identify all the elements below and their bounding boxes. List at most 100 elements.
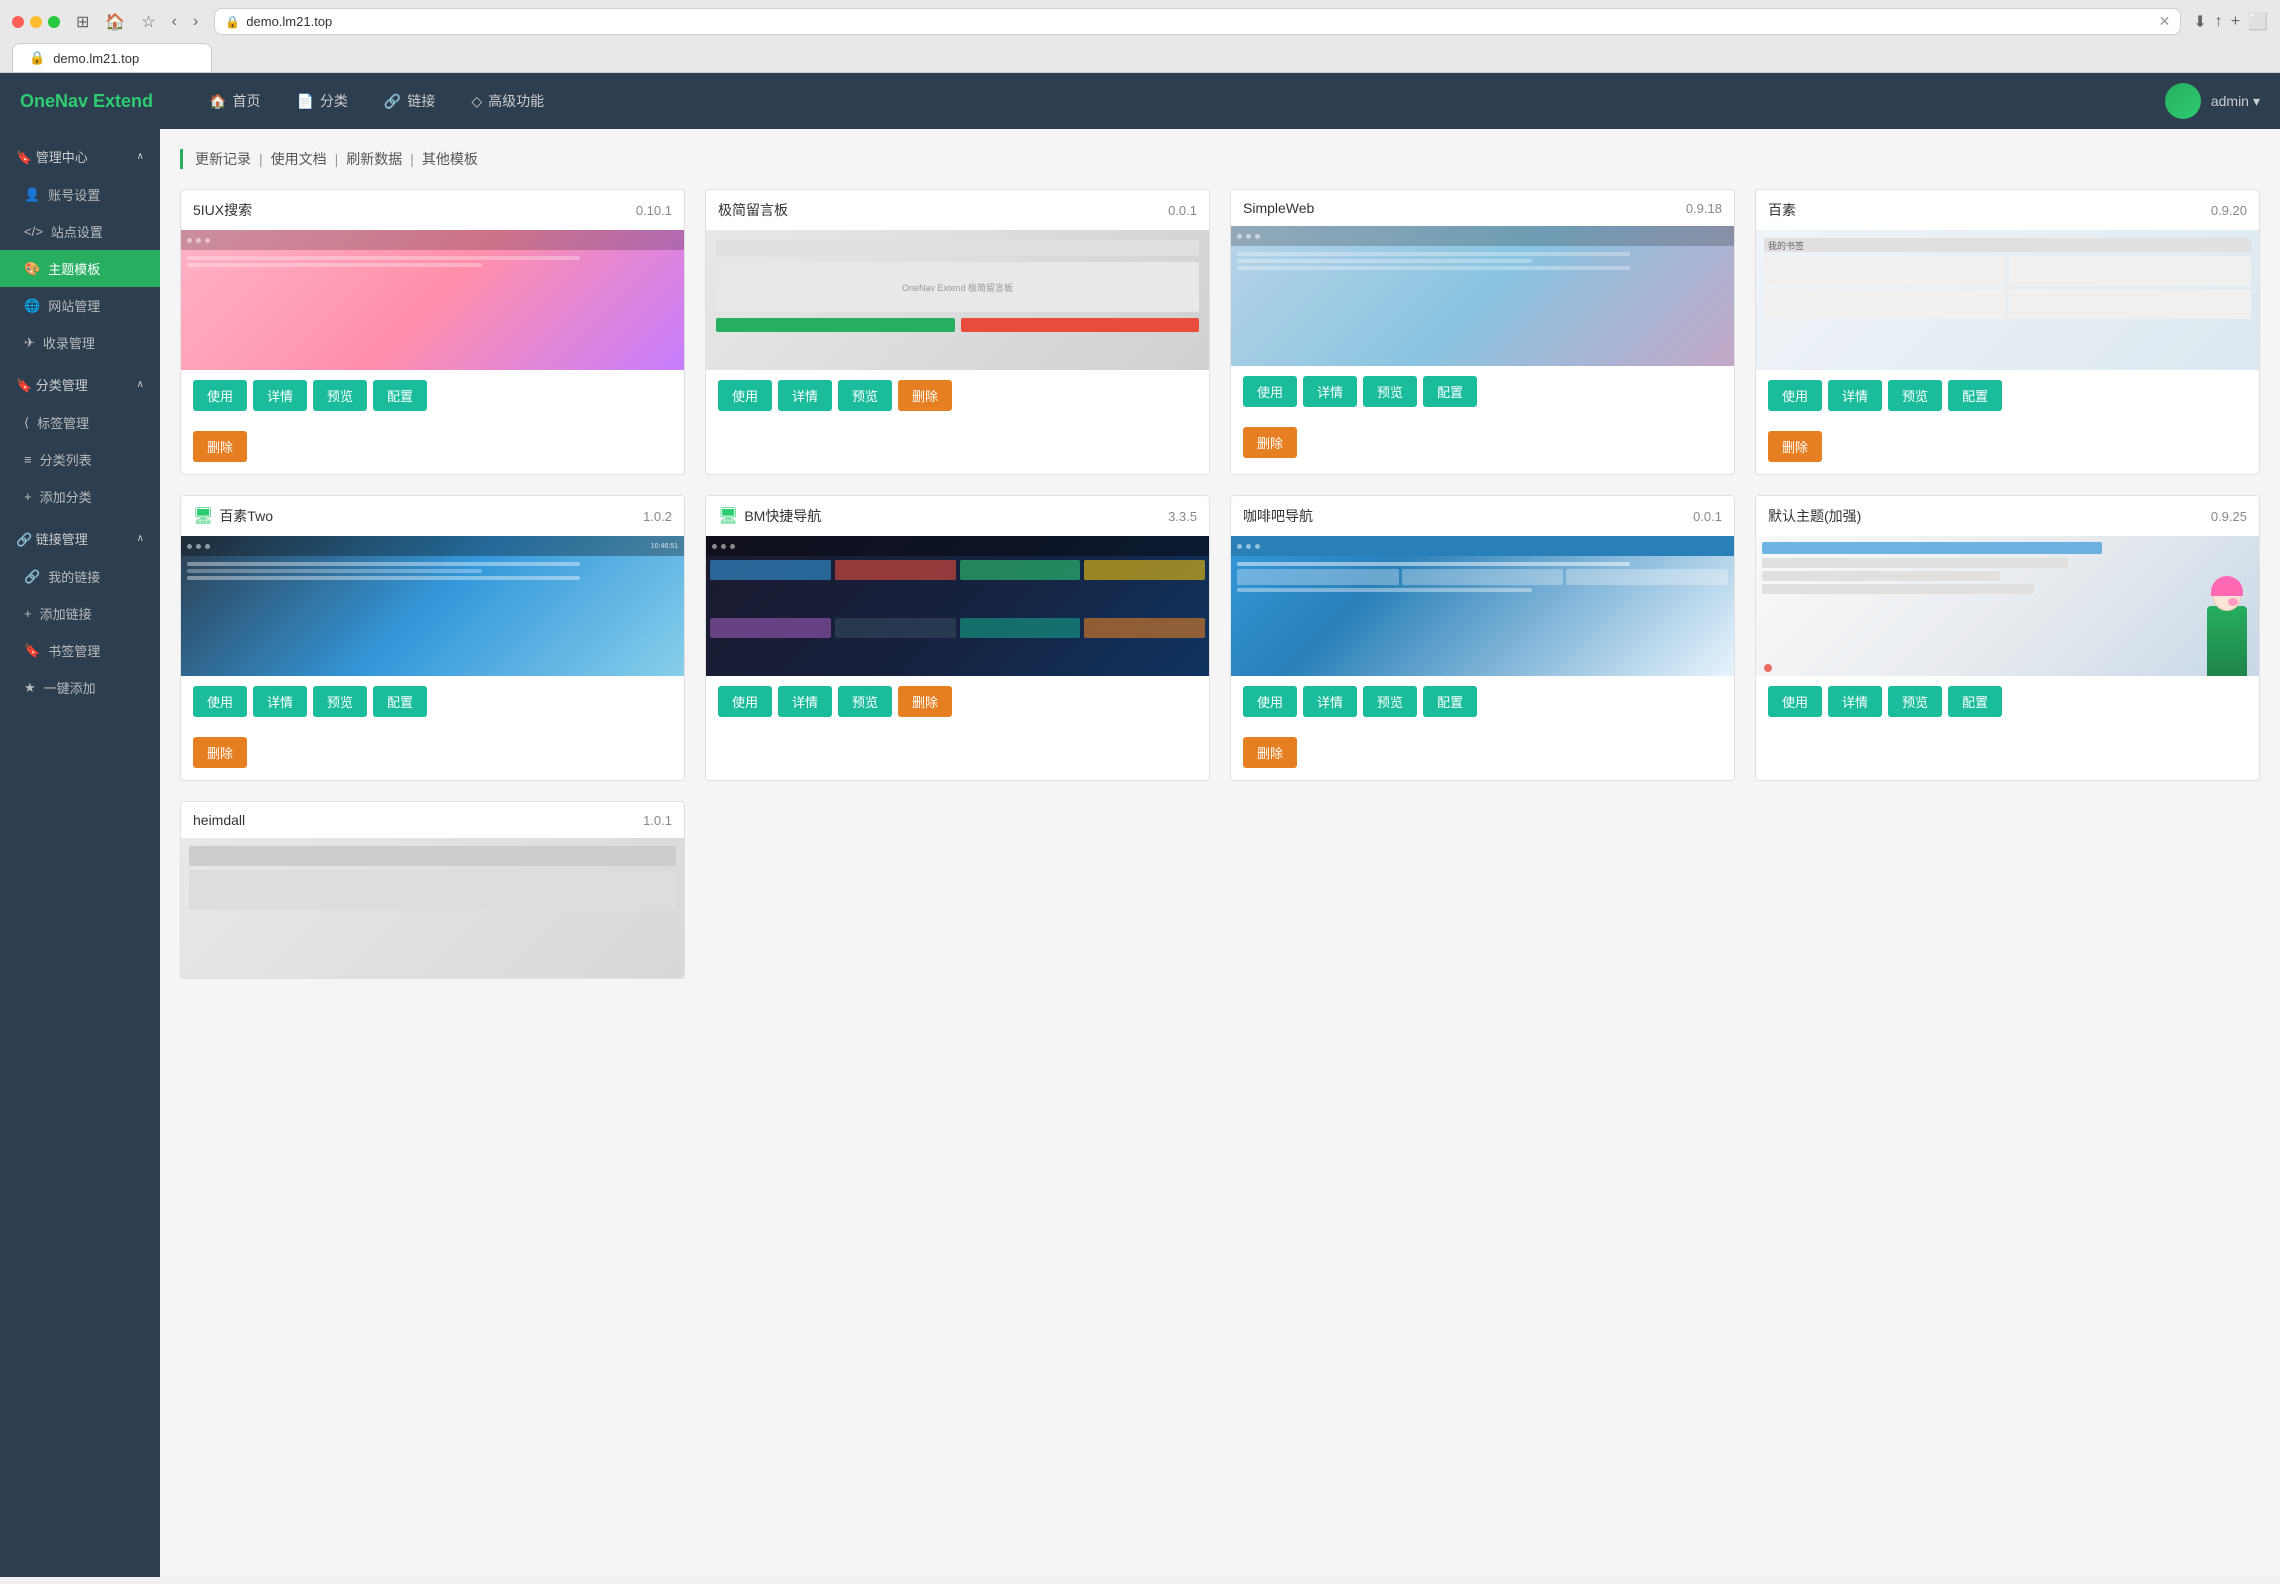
sidebar-item-mylinks[interactable]: 🔗 我的链接 [0,558,160,595]
monitor-icon-bm: 🖥 [718,506,738,526]
theme-name-heimdall: heimdall [193,812,245,828]
nav-item-advanced[interactable]: ◇ 高级功能 [455,83,560,119]
preview-baisu-button[interactable]: 预览 [1888,380,1942,411]
theme-name-default: 默认主题(加强) [1768,506,1861,526]
sidebar-item-addcat[interactable]: + 添加分类 [0,478,160,515]
monitor-icon-baisutwo: 🖥 [193,506,213,526]
preview-bm-button[interactable]: 预览 [838,686,892,717]
tag-label-icon: ⟨ [24,415,29,431]
links-group-icon: 🔗 [16,532,32,547]
detail-simpleweb-button[interactable]: 详情 [1303,376,1357,407]
breadcrumb-other[interactable]: 其他模板 [422,149,478,169]
share-button[interactable]: ↑ [2215,12,2223,32]
preview-baisutwo-button[interactable]: 预览 [313,686,367,717]
use-bm-button[interactable]: 使用 [718,686,772,717]
delete-simpleweb-button[interactable]: 删除 [1243,427,1297,458]
delete-5iux-button[interactable]: 删除 [193,431,247,462]
sidebar-item-addlink[interactable]: + 添加链接 [0,595,160,632]
detail-bm-button[interactable]: 详情 [778,686,832,717]
use-coffee-button[interactable]: 使用 [1243,686,1297,717]
delete-baisutwo-button[interactable]: 删除 [193,737,247,768]
delete-jijian-button[interactable]: 删除 [898,380,952,411]
address-bar[interactable]: 🔒 ✕ [214,8,2181,35]
sidebar-item-quickadd[interactable]: ★ 一键添加 [0,669,160,706]
nav-item-links[interactable]: 🔗 链接 [368,83,451,119]
top-nav: OneNav Extend 🏠 首页 📄 分类 🔗 链接 ◇ 高级功能 admi [0,73,2280,129]
config-coffee-button[interactable]: 配置 [1423,686,1477,717]
sidebar-group-header-category[interactable]: 🔖 分类管理 ∧ [0,365,160,404]
sidebar-toggle[interactable]: 🏠 [101,10,129,34]
sidebar-item-website[interactable]: 🌐 网站管理 [0,287,160,324]
theme-card-coffee: 咖啡吧导航 0.0.1 [1230,495,1735,781]
theme-version-baisu: 0.9.20 [2211,203,2247,218]
sidebar-item-bookmarks[interactable]: 🔖 书签管理 [0,632,160,669]
url-input[interactable] [246,14,2152,29]
nav-item-home[interactable]: 🏠 首页 [193,83,276,119]
detail-baisutwo-button[interactable]: 详情 [253,686,307,717]
nav-items: 🏠 首页 📄 分类 🔗 链接 ◇ 高级功能 [193,83,2165,119]
preview-jijian-button[interactable]: 预览 [838,380,892,411]
sidebar-item-site[interactable]: </> 站点设置 [0,213,160,250]
detail-5iux-button[interactable]: 详情 [253,380,307,411]
prev-button[interactable]: ‹ [168,10,181,34]
clear-url-button[interactable]: ✕ [2159,13,2171,30]
config-baisutwo-button[interactable]: 配置 [373,686,427,717]
nav-right: admin ▾ [2165,83,2260,119]
bookmark-button[interactable]: ☆ [137,10,159,34]
back-button[interactable]: ⊞ [72,10,93,34]
sidebar-group-links: 🔗 链接管理 ∧ 🔗 我的链接 + 添加链接 🔖 书签管理 ★ [0,519,160,706]
theme-version-default: 0.9.25 [2211,509,2247,524]
preview-default-button[interactable]: 预览 [1888,686,1942,717]
delete-baisu-button[interactable]: 删除 [1768,431,1822,462]
use-5iux-button[interactable]: 使用 [193,380,247,411]
breadcrumb-update[interactable]: 更新记录 [195,149,251,169]
delete-bm-button[interactable]: 删除 [898,686,952,717]
windows-button[interactable]: ⬜ [2248,12,2268,32]
delete-coffee-button[interactable]: 删除 [1243,737,1297,768]
download-button[interactable]: ⬇ [2193,12,2206,32]
config-default-button[interactable]: 配置 [1948,686,2002,717]
tab-title: demo.lm21.top [53,51,139,66]
config-5iux-button[interactable]: 配置 [373,380,427,411]
admin-menu[interactable]: admin ▾ [2211,93,2260,110]
close-button[interactable] [12,16,24,28]
use-simpleweb-button[interactable]: 使用 [1243,376,1297,407]
sidebar-item-collection[interactable]: ✈ 收录管理 [0,324,160,361]
detail-default-button[interactable]: 详情 [1828,686,1882,717]
sidebar-item-account[interactable]: 👤 账号设置 [0,176,160,213]
use-default-button[interactable]: 使用 [1768,686,1822,717]
use-baisutwo-button[interactable]: 使用 [193,686,247,717]
breadcrumb-docs[interactable]: 使用文档 [271,149,327,169]
detail-baisu-button[interactable]: 详情 [1828,380,1882,411]
globe-icon: 🌐 [24,298,40,314]
sidebar-item-theme[interactable]: 🎨 主题模板 [0,250,160,287]
maximize-button[interactable] [48,16,60,28]
preview-coffee-button[interactable]: 预览 [1363,686,1417,717]
list-icon: ≡ [24,452,32,467]
theme-version-coffee: 0.0.1 [1693,509,1722,524]
next-button[interactable]: › [189,10,202,34]
use-jijian-button[interactable]: 使用 [718,380,772,411]
theme-actions-simpleweb: 使用 详情 预览 配置 [1231,366,1734,417]
bookmark-icon: 🔖 [24,643,40,659]
sidebar-group-header-links[interactable]: 🔗 链接管理 ∧ [0,519,160,558]
detail-coffee-button[interactable]: 详情 [1303,686,1357,717]
active-tab[interactable]: 🔒 demo.lm21.top [12,43,212,72]
tab-favicon: 🔒 [29,50,45,66]
breadcrumb-refresh[interactable]: 刷新数据 [346,149,402,169]
config-simpleweb-button[interactable]: 配置 [1423,376,1477,407]
sidebar-item-tags[interactable]: ⟨ 标签管理 [0,404,160,441]
sidebar-group-header-management[interactable]: 🔖 管理中心 ∧ [0,137,160,176]
preview-5iux-button[interactable]: 预览 [313,380,367,411]
preview-simpleweb-button[interactable]: 预览 [1363,376,1417,407]
theme-delete-baisu: 删除 [1756,421,2259,474]
config-baisu-button[interactable]: 配置 [1948,380,2002,411]
nav-item-category[interactable]: 📄 分类 [280,83,363,119]
sidebar-item-catlist[interactable]: ≡ 分类列表 [0,441,160,478]
new-tab-button[interactable]: + [2231,12,2240,32]
theme-version-baisutwo: 1.0.2 [643,509,672,524]
theme-version-bm: 3.3.5 [1168,509,1197,524]
minimize-button[interactable] [30,16,42,28]
detail-jijian-button[interactable]: 详情 [778,380,832,411]
use-baisu-button[interactable]: 使用 [1768,380,1822,411]
